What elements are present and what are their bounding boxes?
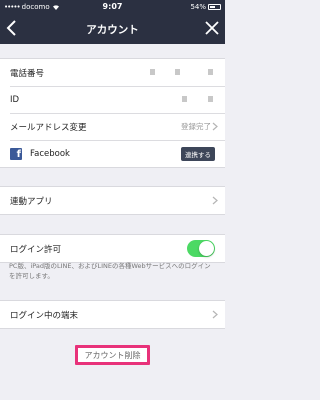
page-title: アカウント: [86, 24, 139, 36]
linked-apps-row[interactable]: 連動アプリ: [0, 187, 225, 214]
id-label: ID: [10, 94, 20, 105]
masked-value: [150, 69, 155, 75]
email-label: メールアドレス変更: [10, 122, 87, 133]
facebook-link-button[interactable]: 連携する: [181, 147, 215, 161]
masked-value: [175, 69, 180, 75]
email-row[interactable]: メールアドレス変更 登録完了: [0, 113, 225, 140]
status-bar: ••••• docomo 9:07 54%: [0, 0, 225, 14]
phone-row[interactable]: 電話番号: [0, 59, 225, 86]
delete-account-label: アカウント削除: [84, 350, 141, 360]
linked-apps-group: 連動アプリ: [0, 186, 225, 215]
masked-value: [182, 96, 187, 102]
logged-in-devices-label: ログイン中の端末: [10, 310, 79, 321]
login-permission-row: ログイン許可: [0, 235, 225, 262]
facebook-label: Facebook: [30, 148, 70, 159]
login-permission-toggle[interactable]: [187, 240, 215, 257]
battery-percent: 54%: [190, 3, 206, 11]
id-row[interactable]: ID: [0, 86, 225, 113]
masked-value: [208, 96, 213, 102]
nav-bar: アカウント: [0, 14, 225, 44]
battery-icon: [208, 4, 221, 10]
delete-account-button[interactable]: アカウント削除: [75, 345, 150, 365]
chevron-right-icon: [212, 122, 218, 131]
masked-value: [208, 69, 213, 75]
toggle-knob: [199, 241, 214, 256]
login-permission-label: ログイン許可: [10, 244, 62, 255]
devices-group: ログイン中の端末: [0, 300, 225, 329]
close-icon[interactable]: [202, 18, 222, 38]
chevron-right-icon: [212, 196, 218, 205]
email-status: 登録完了: [181, 122, 211, 131]
linked-apps-label: 連動アプリ: [10, 196, 53, 207]
facebook-icon: f: [10, 147, 22, 160]
login-permission-group: ログイン許可: [0, 234, 225, 263]
login-permission-note: PC版、iPad版のLINE、およびLINEの各種Webサービスへのログインを許…: [9, 262, 211, 280]
logged-in-devices-row[interactable]: ログイン中の端末: [0, 301, 225, 328]
facebook-row: f Facebook 連携する: [0, 140, 225, 167]
account-info-group: 電話番号 ID メールアドレス変更 登録完了 f Facebook 連携する: [0, 58, 225, 168]
phone-label: 電話番号: [10, 68, 45, 79]
status-right: 54%: [190, 3, 221, 11]
chevron-right-icon: [212, 310, 218, 319]
